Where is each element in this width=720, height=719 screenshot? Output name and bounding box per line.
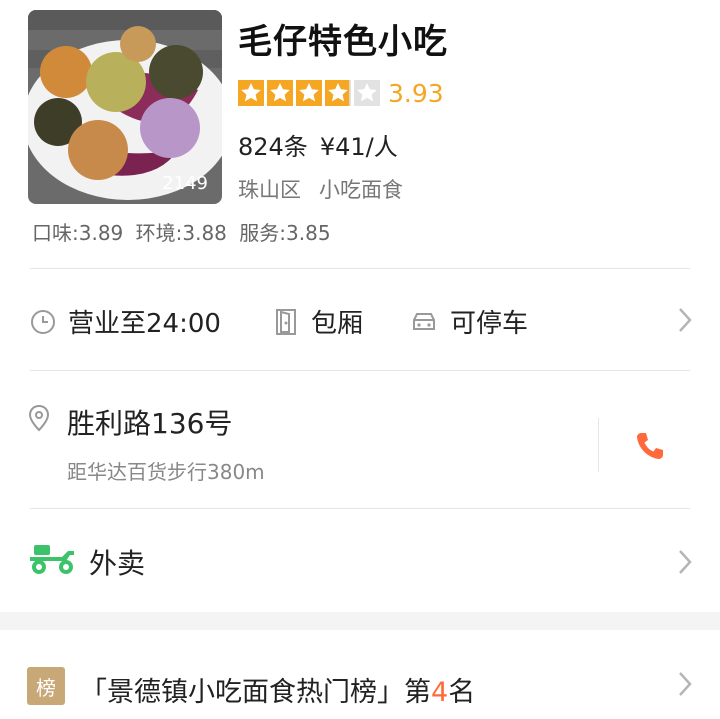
takeout-row[interactable]: 外卖 [0,510,720,610]
location-pin-icon [28,404,50,432]
divider [30,370,690,371]
shop-photo[interactable]: 2149 [28,10,222,204]
phone-icon[interactable] [634,430,666,462]
ranking-text: 「景德镇小吃面食热门榜」第4名 [80,670,475,709]
ranking-row[interactable]: 榜 「景德镇小吃面食热门榜」第4名 [0,630,720,719]
car-icon [413,312,435,330]
rating-score: 3.93 [388,78,444,108]
chevron-right-icon[interactable] [676,306,694,334]
score-environment: 环境:3.88 [135,221,227,245]
shop-name: 毛仔特色小吃 [238,22,448,62]
chevron-right-icon[interactable] [676,670,694,698]
star-icon [325,80,351,106]
distance-hint: 距华达百货步行380m [67,460,265,484]
score-taste: 口味:3.89 [32,221,124,245]
chevron-right-icon[interactable] [676,548,694,576]
takeout-label: 外卖 [89,547,146,580]
scooter-icon [30,545,74,574]
rank-badge-icon: 榜 [27,667,65,705]
clock-icon [31,309,55,334]
divider [30,508,690,509]
ranking-number: 4 [431,677,449,708]
category: 小吃面食 [319,178,403,202]
score-service: 服务:3.85 [239,221,331,245]
ranking-suffix: 名 [448,677,476,708]
facilities-row[interactable]: 营业至24:00 包厢 可停车 [0,270,720,370]
star-icon [354,80,380,106]
photo-count: 2149 [162,173,208,194]
address-row[interactable]: 胜利路136号 距华达百货步行380m [0,372,720,508]
parking-label: 可停车 [450,309,529,339]
star-icon [296,80,322,106]
business-hours: 营业至24:00 [30,303,221,340]
area-category: 珠山区 小吃面食 [238,174,421,204]
divider [30,268,690,269]
star-icon [238,80,264,106]
star-icon [267,80,293,106]
reviews-price: 824条 ¥41/人 [238,127,410,162]
hours-label: 营业至24:00 [68,309,221,339]
rating-row: 3.93 [238,78,444,108]
street-address: 胜利路136号 [67,407,233,440]
sub-scores: 口味:3.89 环境:3.88 服务:3.85 [32,217,337,246]
room-label: 包厢 [311,309,364,339]
review-count[interactable]: 824条 [238,133,308,161]
avg-price: ¥41/人 [319,133,398,161]
star-rating [238,80,380,106]
shop-header: 2149 毛仔特色小吃 3.93 824条 ¥41/人 珠山区 小吃面食 口味:3.… [0,0,720,260]
door-icon [276,308,296,335]
ranking-prefix: 「景德镇小吃面食热门榜」第 [80,677,431,708]
vertical-divider [598,418,599,472]
district: 珠山区 [238,178,301,202]
private-room: 包厢 [273,303,363,340]
parking: 可停车 [410,303,528,340]
section-gap [0,612,720,630]
